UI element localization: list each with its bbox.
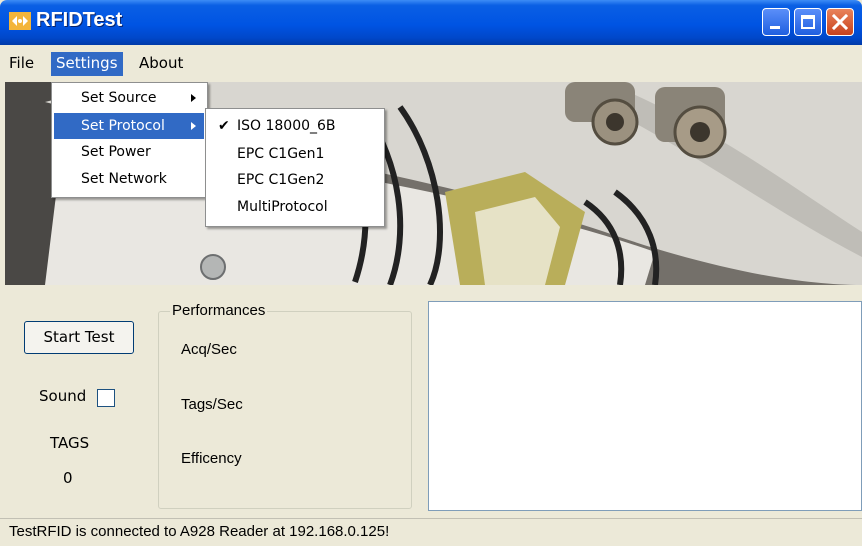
settings-menu: Set Source Set Protocol Set Power Set Ne… bbox=[51, 82, 208, 198]
protocol-multiprotocol[interactable]: MultiProtocol bbox=[208, 194, 381, 220]
menu-set-network[interactable]: Set Network bbox=[54, 166, 204, 192]
menu-set-source[interactable]: Set Source bbox=[54, 85, 204, 111]
tags-label: TAGS bbox=[50, 434, 90, 452]
close-icon bbox=[831, 13, 849, 31]
protocol-epc-c1gen1[interactable]: EPC C1Gen1 bbox=[208, 141, 381, 167]
close-button[interactable] bbox=[826, 8, 854, 36]
window-title: RFIDTest bbox=[36, 9, 123, 31]
protocol-epc-c1gen2[interactable]: EPC C1Gen2 bbox=[208, 167, 381, 193]
protocol-submenu: ✔ ISO 18000_6B EPC C1Gen1 EPC C1Gen2 Mul… bbox=[205, 108, 385, 227]
menu-settings[interactable]: Settings bbox=[51, 52, 123, 76]
status-bar: TestRFID is connected to A928 Reader at … bbox=[0, 518, 862, 546]
menu-set-power-label: Set Power bbox=[81, 144, 151, 160]
output-textbox[interactable] bbox=[428, 301, 862, 511]
status-text: TestRFID is connected to A928 Reader at … bbox=[9, 523, 390, 540]
performances-title: Performances bbox=[170, 302, 268, 319]
menu-file[interactable]: File bbox=[4, 52, 39, 76]
minimize-button[interactable] bbox=[762, 8, 790, 36]
menu-about[interactable]: About bbox=[134, 52, 188, 76]
tags-count: 0 bbox=[63, 469, 73, 487]
menu-bar: File Settings About bbox=[0, 45, 862, 81]
protocol-iso-18000-6b[interactable]: ✔ ISO 18000_6B bbox=[208, 113, 381, 139]
maximize-button[interactable] bbox=[794, 8, 822, 36]
app-icon bbox=[9, 12, 31, 30]
tags-per-sec-label: Tags/Sec bbox=[181, 396, 243, 413]
start-test-button[interactable]: Start Test bbox=[24, 321, 134, 354]
title-bar[interactable]: RFIDTest bbox=[0, 0, 862, 45]
maximize-icon bbox=[801, 15, 815, 29]
menu-set-protocol-label: Set Protocol bbox=[81, 118, 165, 134]
sound-label: Sound bbox=[39, 387, 87, 405]
protocol-label: ISO 18000_6B bbox=[237, 118, 336, 134]
menu-set-protocol[interactable]: Set Protocol bbox=[54, 113, 204, 139]
efficiency-label: Efficency bbox=[181, 450, 242, 467]
checkmark-icon: ✔ bbox=[218, 118, 230, 134]
submenu-arrow-icon bbox=[191, 94, 196, 102]
submenu-arrow-icon bbox=[191, 122, 196, 130]
menu-set-network-label: Set Network bbox=[81, 171, 167, 187]
acq-per-sec-label: Acq/Sec bbox=[181, 341, 237, 358]
protocol-label: MultiProtocol bbox=[237, 199, 328, 215]
protocol-label: EPC C1Gen1 bbox=[237, 146, 325, 162]
minimize-icon bbox=[770, 26, 780, 29]
protocol-label: EPC C1Gen2 bbox=[237, 172, 325, 188]
sound-checkbox[interactable] bbox=[97, 389, 115, 407]
menu-set-power[interactable]: Set Power bbox=[54, 139, 204, 165]
menu-set-source-label: Set Source bbox=[81, 90, 157, 106]
